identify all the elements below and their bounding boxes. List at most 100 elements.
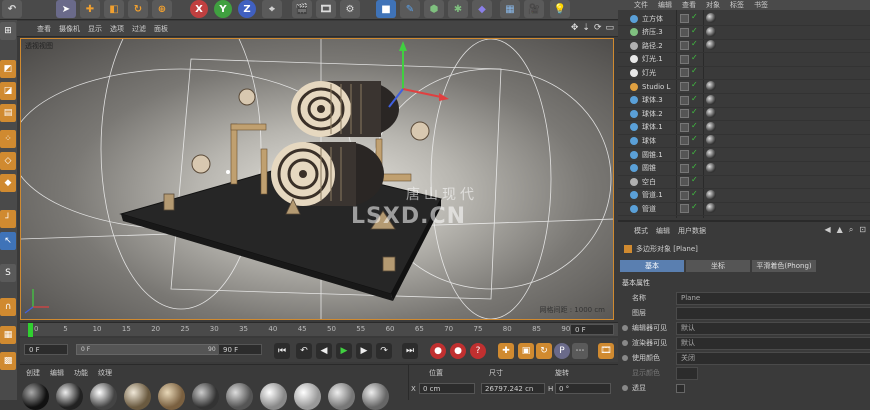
enabled-check-icon[interactable]: ✓ — [691, 53, 698, 62]
material-swatch-1[interactable] — [22, 383, 49, 410]
attr-select-editor-visible[interactable]: 默认 — [676, 322, 870, 335]
make-editable-icon[interactable]: ⊞ — [0, 22, 16, 40]
material-swatch-5[interactable] — [158, 383, 185, 410]
mat-menu-texture[interactable]: 纹理 — [98, 368, 112, 378]
h-rotation-field[interactable]: 0 ° — [555, 383, 611, 394]
visibility-toggle-icon[interactable] — [680, 95, 689, 105]
visibility-toggle-icon[interactable] — [680, 68, 689, 78]
start-frame-field[interactable]: 0 F — [24, 344, 68, 355]
viewport[interactable]: 透视视图 唐山现代 LSXD.CN 网格间距: 1000 cm — [20, 38, 614, 320]
material-swatch-11[interactable] — [362, 383, 389, 410]
camera-icon[interactable]: 🎥 — [524, 0, 544, 18]
material-swatch-8[interactable] — [260, 383, 287, 410]
keyframe-selection-button[interactable]: ? — [470, 343, 486, 359]
material-tag-icon[interactable] — [706, 108, 716, 119]
attr-menu-edit[interactable]: 编辑 — [656, 226, 670, 236]
material-swatch-9[interactable] — [294, 383, 321, 410]
rotate-icon[interactable]: ↻ — [128, 0, 148, 18]
render-picture-icon[interactable]: 🎞 — [316, 0, 336, 18]
axis-y-button[interactable]: Y — [214, 0, 232, 18]
object-row[interactable]: 空白 ✓ — [618, 175, 870, 190]
om-menu-edit[interactable]: 编辑 — [658, 0, 672, 10]
light-icon[interactable]: 💡 — [550, 0, 570, 18]
magnet-icon[interactable]: ∩ — [0, 298, 16, 316]
visibility-toggle-icon[interactable] — [680, 27, 689, 37]
enabled-check-icon[interactable]: ✓ — [691, 148, 698, 157]
coord-system-icon[interactable]: ⌖ — [262, 0, 282, 18]
end-frame-field[interactable]: 90 F — [218, 344, 262, 355]
material-swatch-3[interactable] — [90, 383, 117, 410]
axis-z-button[interactable]: Z — [238, 0, 256, 18]
axis-x-button[interactable]: X — [190, 0, 208, 18]
orbit-icon[interactable]: ⟳ — [594, 23, 602, 33]
floor-icon[interactable]: ▦ — [500, 0, 520, 18]
editor-visible-radio[interactable] — [622, 325, 628, 331]
key-scale-icon[interactable]: ▣ — [518, 343, 534, 359]
subdivision-icon[interactable]: ⬢ — [424, 0, 444, 18]
current-frame-field[interactable]: 0 F — [570, 324, 614, 335]
x-position-field[interactable]: 0 cm — [419, 383, 475, 394]
visibility-toggle-icon[interactable] — [680, 136, 689, 146]
object-row[interactable]: 管道 ✓ — [618, 202, 870, 217]
frame-range-slider[interactable]: 0 F 90 F — [76, 344, 226, 355]
om-menu-bookmarks[interactable]: 书签 — [754, 0, 768, 10]
dolly-icon[interactable]: ⇣ — [582, 23, 590, 33]
key-param-icon[interactable]: P — [554, 343, 570, 359]
om-menu-objects[interactable]: 对象 — [706, 0, 720, 10]
deformer-icon[interactable]: ◆ — [472, 0, 492, 18]
move-icon[interactable]: ✚ — [80, 0, 100, 18]
mat-menu-function[interactable]: 功能 — [74, 368, 88, 378]
object-row[interactable]: 圆锥.1 ✓ — [618, 148, 870, 162]
render-view-icon[interactable]: 🎬 — [292, 0, 312, 18]
scale-icon[interactable]: ◧ — [104, 0, 124, 18]
back-icon[interactable]: ◀ — [825, 225, 831, 235]
visibility-toggle-icon[interactable] — [680, 122, 689, 132]
material-tag-icon[interactable] — [706, 121, 716, 132]
prev-key-button[interactable]: ↶ — [296, 343, 312, 359]
enabled-check-icon[interactable]: ✓ — [691, 175, 698, 184]
attr-menu-mode[interactable]: 模式 — [634, 226, 648, 236]
array-icon[interactable]: ✱ — [448, 0, 468, 18]
tweak-icon[interactable]: ↖ — [0, 232, 16, 250]
material-swatch-4[interactable] — [124, 383, 151, 410]
mat-menu-create[interactable]: 创建 — [26, 368, 40, 378]
viewport-menu-display[interactable]: 显示 — [88, 24, 102, 34]
object-row[interactable]: 圆锥 ✓ — [618, 162, 870, 176]
material-tag-icon[interactable] — [706, 94, 716, 105]
render-settings-icon[interactable]: ⚙ — [340, 0, 360, 18]
goto-start-button[interactable]: ⏮ — [274, 343, 290, 359]
render-visible-radio[interactable] — [622, 340, 628, 346]
points-mode-icon[interactable]: ⁘ — [0, 130, 16, 148]
material-tag-icon[interactable] — [706, 135, 716, 146]
visibility-toggle-icon[interactable] — [680, 82, 689, 91]
polygons-mode-icon[interactable]: ◆ — [0, 174, 16, 192]
material-swatch-6[interactable] — [192, 383, 219, 410]
visibility-toggle-icon[interactable] — [680, 54, 689, 64]
maximize-icon[interactable]: ▭ — [605, 23, 614, 33]
material-swatch-7[interactable] — [226, 383, 253, 410]
lock-icon[interactable]: ▦ — [0, 326, 16, 344]
object-row[interactable]: 球体.2 ✓ — [618, 107, 870, 122]
object-row[interactable]: 灯光.1 ✓ — [618, 53, 870, 67]
workplane-icon[interactable]: ▤ — [0, 104, 16, 122]
visibility-toggle-icon[interactable] — [680, 163, 689, 173]
texture-mode-icon[interactable]: ◪ — [0, 82, 16, 100]
xray-checkbox[interactable] — [676, 384, 685, 393]
enabled-check-icon[interactable]: ✓ — [691, 189, 698, 198]
x-size-field[interactable]: 26797.242 cn — [481, 383, 545, 394]
up-icon[interactable]: ▲ — [837, 225, 843, 235]
enabled-check-icon[interactable]: ✓ — [691, 162, 698, 171]
attr-tab-coord[interactable]: 坐标 — [686, 260, 750, 272]
mat-menu-edit[interactable]: 编辑 — [50, 368, 64, 378]
object-row[interactable]: 球体 ✓ — [618, 134, 870, 149]
attr-tab-phong[interactable]: 平滑着色(Phong) — [752, 260, 816, 272]
pen-icon[interactable]: ✎ — [400, 0, 420, 18]
material-tag-icon[interactable] — [706, 40, 716, 51]
edges-mode-icon[interactable]: ◇ — [0, 152, 16, 170]
live-select-icon[interactable]: ⊕ — [152, 0, 172, 18]
prev-frame-button[interactable]: ◀ — [316, 343, 332, 359]
record-button[interactable]: ● — [430, 343, 446, 359]
material-swatch-2[interactable] — [56, 383, 83, 410]
enabled-check-icon[interactable]: ✓ — [691, 202, 698, 211]
material-tag-icon[interactable] — [706, 203, 716, 214]
